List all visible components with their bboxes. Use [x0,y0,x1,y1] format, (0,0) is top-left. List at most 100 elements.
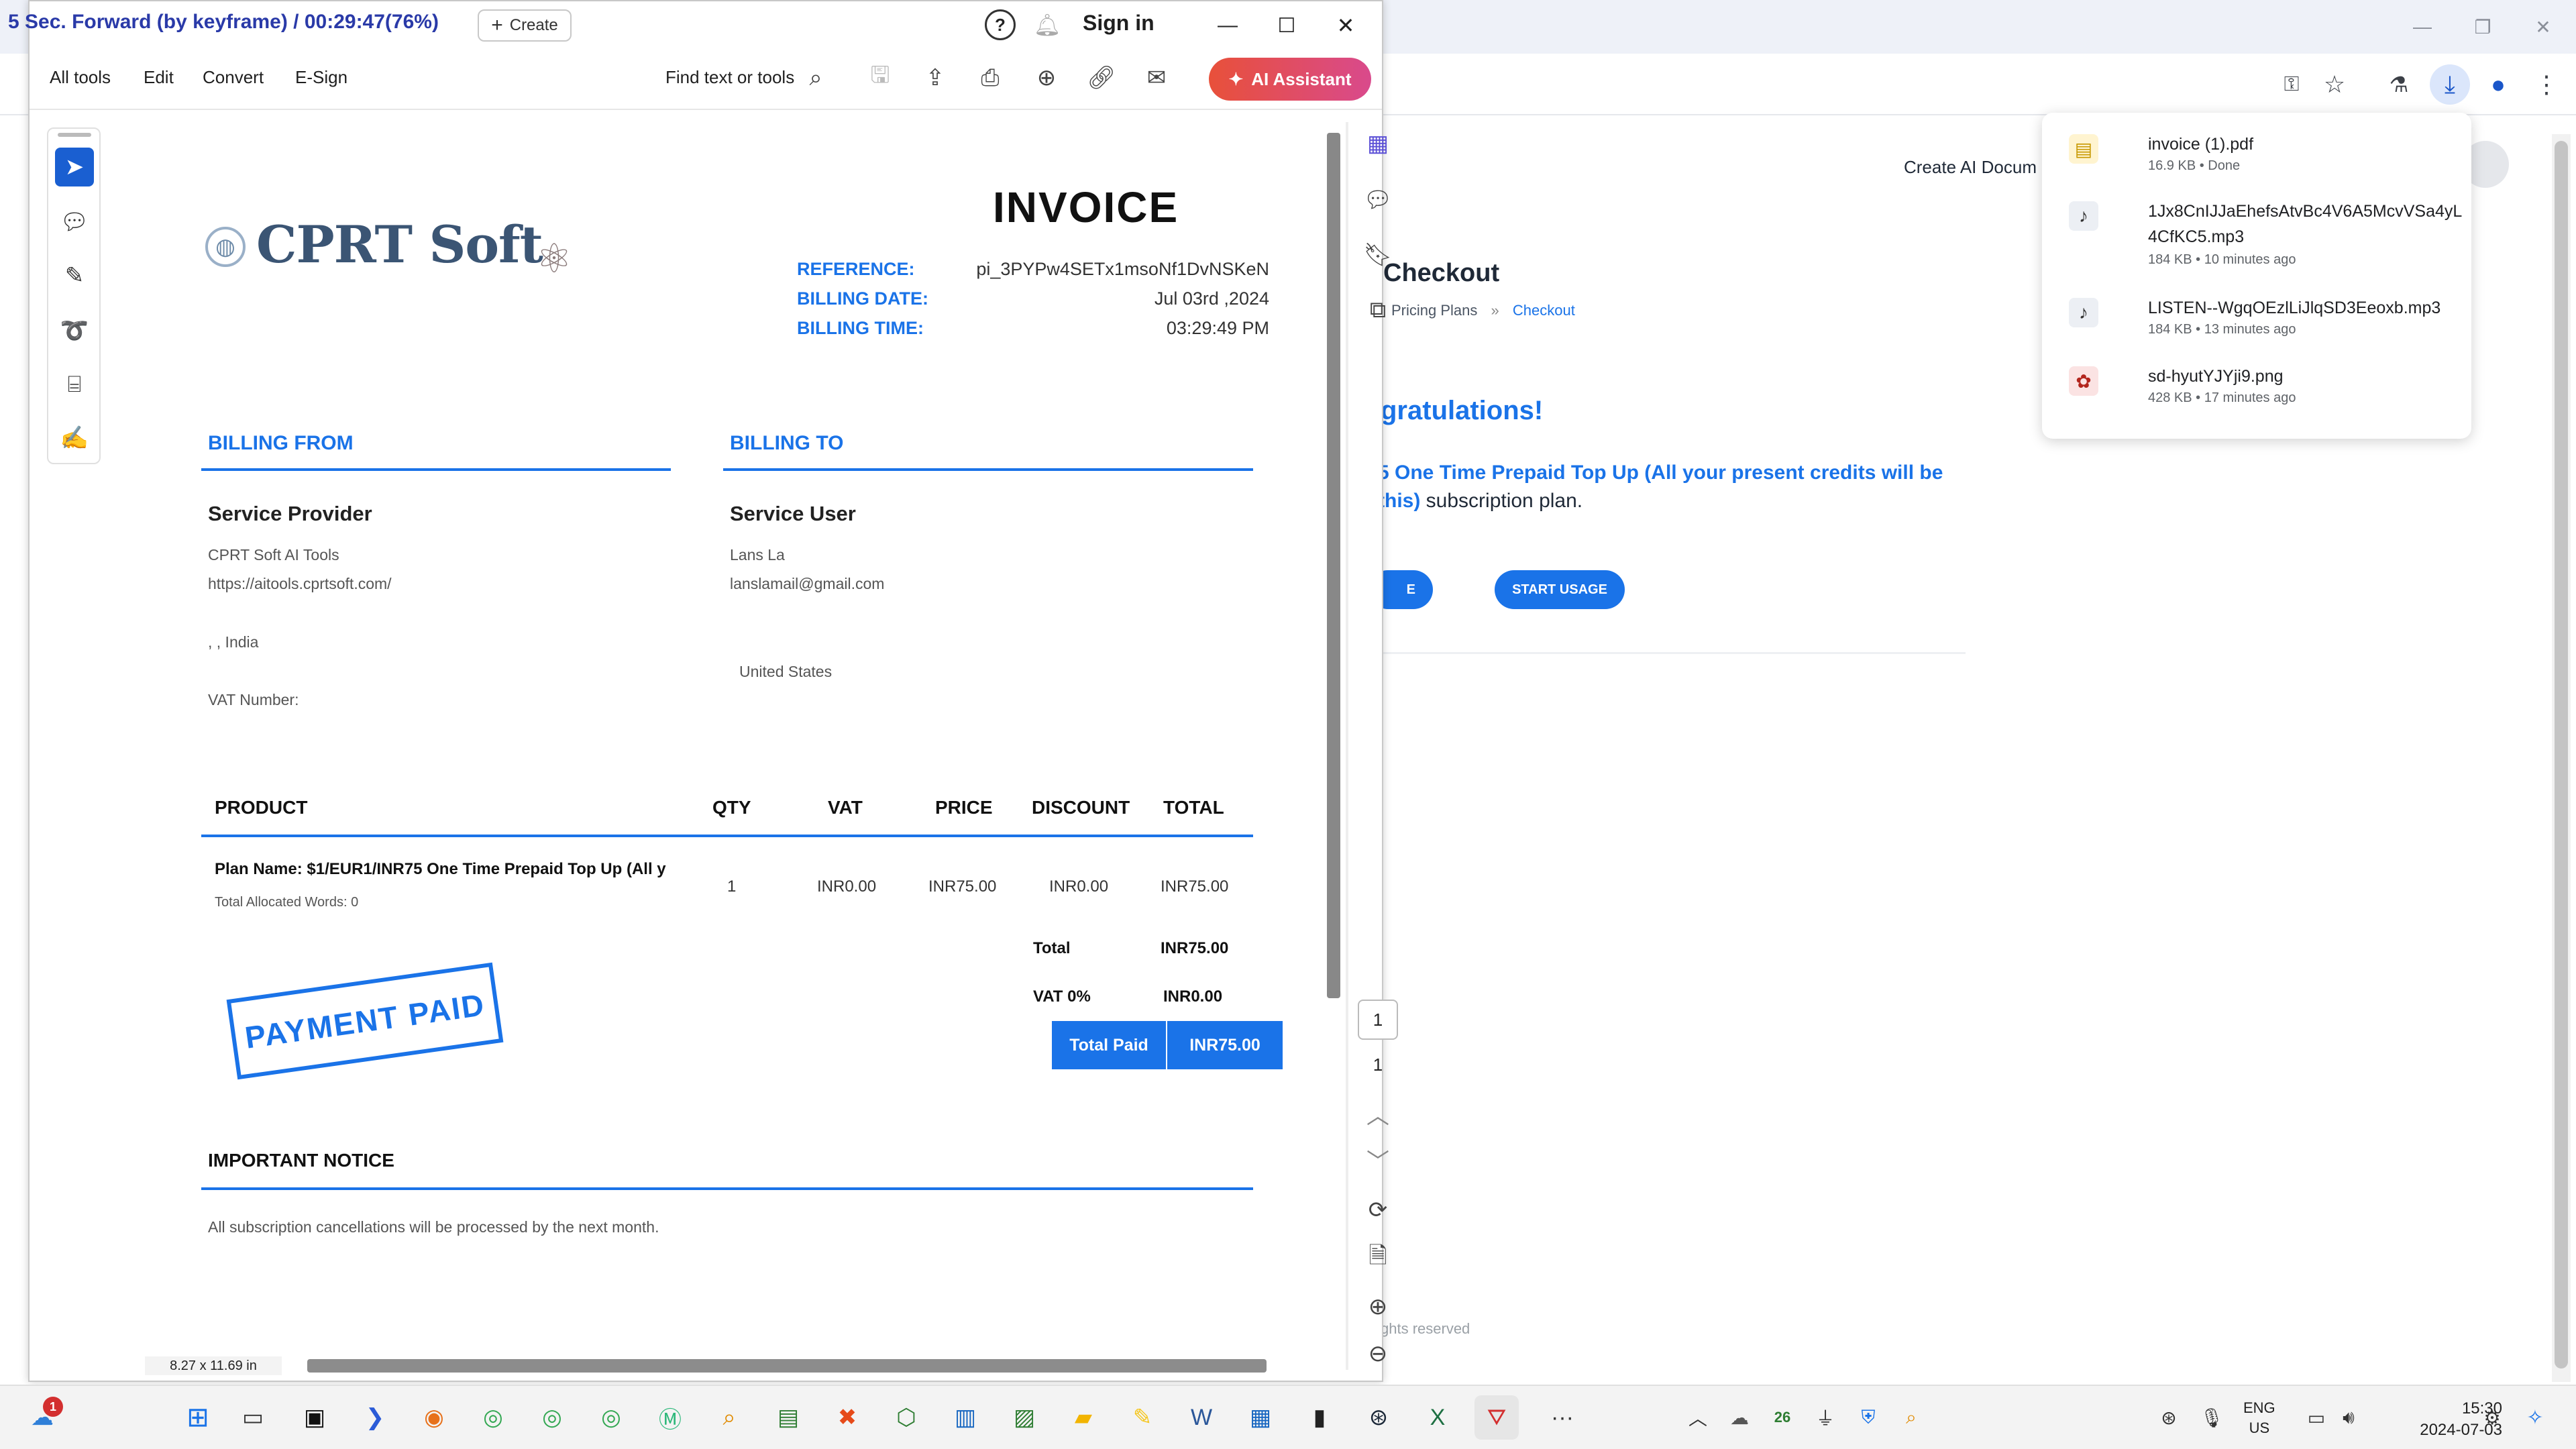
download-name[interactable]: 1Jx8CnIJJaEhefsAtvBc4V6A5McvVSa4yL4CfKC5… [2148,199,2470,250]
tray-search-icon[interactable]: ⌕ [1889,1395,1933,1440]
text-select-icon[interactable]: ⌸ [55,365,94,404]
tray-steam-icon[interactable]: ⊛ [2147,1395,2191,1440]
downloads-icon[interactable]: ⤓ [2430,64,2470,105]
download-name[interactable]: invoice (1).pdf [2148,131,2470,157]
save-icon[interactable]: 🖫︎ [860,58,900,98]
browser-restore-button[interactable]: ❐ [2453,0,2513,54]
browser-menu-icon[interactable]: ⋮ [2526,64,2567,105]
password-key-icon[interactable]: ⚿ [2271,64,2312,105]
download-item[interactable]: ✿ sd-hyutYJYji9.png 428 KB • 17 minutes … [2069,364,2458,411]
fill-sign-icon[interactable]: ✍ [55,419,94,458]
find-text-or-tools[interactable]: Find text or tools [665,67,794,88]
page-fit-icon[interactable]: 🗎︎ [1359,1240,1397,1277]
download-item[interactable]: ♪ LISTEN--WgqOEzlLiJlqSD3Eeoxb.mp3 184 K… [2069,295,2458,342]
download-name[interactable]: LISTEN--WgqOEzlLiJlqSD3Eeoxb.mp3 [2148,295,2470,321]
notepad-icon[interactable]: ▥ [943,1395,987,1440]
page-down-icon[interactable]: ﹀ [1359,1140,1397,1178]
page-up-icon[interactable]: ︿ [1359,1095,1397,1132]
col-qty: QTY [712,797,751,818]
sticky-notes-icon[interactable]: ▮ [1297,1395,1342,1440]
steam-icon[interactable]: ⊛ [1356,1395,1401,1440]
bookmark-star-icon[interactable]: ☆ [2314,64,2355,105]
word-icon[interactable]: W [1179,1395,1224,1440]
link-icon[interactable]: 🔗︎ [1081,58,1122,98]
profile-icon[interactable]: ● [2478,64,2518,105]
acrobat-taskbar-icon[interactable]: ⛛ [1474,1395,1519,1440]
tool-rail-handle[interactable] [58,133,91,137]
menu-convert[interactable]: Convert [203,67,264,88]
document-vertical-scrollbar[interactable] [1327,133,1340,998]
breadcrumb-checkout[interactable]: Checkout [1513,302,1575,319]
more-apps-icon[interactable]: ··· [1540,1395,1585,1440]
rotate-refresh-icon[interactable]: ⟳ [1359,1191,1397,1229]
add-comment-icon[interactable]: 💬︎ [55,203,94,241]
android-icon[interactable]: ⬡ [884,1395,928,1440]
microphone-icon[interactable]: 🎙︎ [2190,1395,2234,1440]
tray-usb-icon[interactable]: ⏚ [1803,1395,1847,1440]
share-user-icon[interactable]: ⊕ [1026,58,1067,98]
firefox-icon[interactable]: ◉ [412,1395,456,1440]
copilot-icon[interactable]: ✧ [2513,1395,2557,1440]
notification-bell-icon[interactable]: 🔔︎ [1032,9,1063,40]
email-icon[interactable]: ✉ [1136,58,1177,98]
search-app-icon[interactable]: ⌕ [707,1395,751,1440]
terminal-icon[interactable]: ▣ [292,1395,337,1440]
menu-all-tools[interactable]: All tools [50,67,111,88]
browser-close-button[interactable]: ✕ [2513,0,2573,54]
start-usage-button[interactable]: START USAGE [1495,570,1625,609]
comments-icon[interactable]: 💬︎ [1359,181,1397,219]
app-m-icon[interactable]: Ⓜ [648,1395,692,1440]
bookmark-list-icon[interactable]: 🔖︎ [1359,236,1397,274]
print-icon[interactable]: ⎙ [970,58,1010,98]
create-button[interactable]: + Create [478,9,572,42]
ai-assistant-button[interactable]: ✦ AI Assistant [1209,58,1371,101]
settings-gear-icon[interactable]: ⚙ [2470,1395,2514,1440]
acrobat-minimize-button[interactable]: — [1201,5,1254,46]
chrome-icon[interactable]: ◎ [471,1395,515,1440]
spreadsheet-app-icon[interactable]: ▤ [766,1395,810,1440]
file-manager-icon[interactable]: ▭ [231,1395,275,1440]
select-cursor-icon[interactable]: ➤ [55,148,94,186]
tray-shield-icon[interactable]: ⛨ [1846,1395,1890,1440]
download-name[interactable]: sd-hyutYJYji9.png [2148,364,2470,389]
x-tool-icon[interactable]: ✖ [825,1395,869,1440]
menu-edit[interactable]: Edit [144,67,174,88]
page-scrollbar-thumb[interactable] [2555,141,2568,1368]
chrome-beta-icon[interactable]: ◎ [530,1395,574,1440]
tray-chevron-icon[interactable]: ︿ [1676,1395,1720,1440]
page-number-input[interactable]: 1 [1358,1000,1398,1040]
download-item[interactable]: ▤ invoice (1).pdf 16.9 KB • Done [2069,131,2458,185]
help-icon[interactable]: ? [985,9,1016,40]
search-icon[interactable]: ⌕ [796,58,836,98]
language-indicator[interactable]: ENG US [2243,1398,2275,1438]
excel-icon[interactable]: X [1415,1395,1460,1440]
pages-copy-icon[interactable]: ⧉ [1359,291,1397,329]
sign-in-button[interactable]: Sign in [1083,11,1155,36]
acrobat-close-button[interactable]: ✕ [1319,5,1373,46]
paint-icon[interactable]: ✎ [1120,1395,1165,1440]
labs-flask-icon[interactable]: ⚗ [2379,64,2419,105]
acrobat-maximize-button[interactable]: ☐ [1260,5,1313,46]
start-windows-icon[interactable]: ⊞ [176,1395,220,1440]
breadcrumb-pricing-plans[interactable]: Pricing Plans [1391,302,1477,319]
tray-cloud-icon[interactable]: ☁ [1717,1395,1762,1440]
browser-minimize-button[interactable]: — [2392,0,2453,54]
zoom-in-icon[interactable]: ⊕ [1359,1288,1397,1326]
chrome-dev-icon[interactable]: ◎ [589,1395,633,1440]
powershell-icon[interactable]: ❯ [353,1395,397,1440]
chart-app-icon[interactable]: ▨ [1002,1395,1046,1440]
create-ai-doc-link[interactable]: Create AI Docum [1904,157,2037,178]
tray-calendar-day[interactable]: 26 [1760,1395,1805,1440]
menu-esign[interactable]: E-Sign [295,67,347,88]
comment-panel-icon[interactable]: ▦ [1359,125,1397,162]
provider-url[interactable]: https://aitools.cprtsoft.com/ [208,575,392,593]
volume-icon[interactable]: 🔊︎ [2326,1395,2371,1440]
upload-cloud-icon[interactable]: ⇪ [915,58,955,98]
folder-icon[interactable]: ▰ [1061,1395,1106,1440]
highlight-pen-icon[interactable]: ✎ [55,256,94,295]
download-item[interactable]: ♪ 1Jx8CnIJJaEhefsAtvBc4V6A5McvVSa4yL4CfK… [2069,199,2462,272]
zoom-out-icon[interactable]: ⊖ [1359,1335,1397,1373]
lasso-draw-icon[interactable]: ➰ [55,311,94,350]
document-horizontal-scrollbar[interactable] [307,1359,1267,1373]
calendar-icon[interactable]: ▦ [1238,1395,1283,1440]
